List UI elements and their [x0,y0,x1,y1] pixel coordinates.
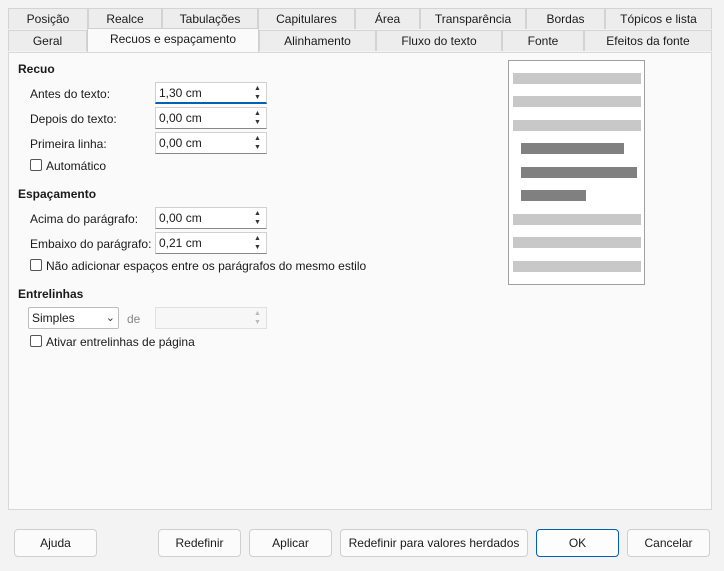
espacamento-heading: Espaçamento [18,187,97,201]
acima-do-paragrafo-value: 0,00 cm [159,211,202,225]
preview-line-current [521,167,637,178]
preview-line [513,214,641,225]
depois-do-texto-value: 0,00 cm [159,111,202,125]
preview-line [513,73,641,84]
ok-button[interactable]: OK [536,529,619,557]
spin-arrows: ▲ ▼ [250,309,265,327]
tab-capitulares[interactable]: Capitulares [258,8,355,29]
embaixo-do-paragrafo-value: 0,21 cm [159,236,202,250]
preview-line-current [521,143,624,154]
preview-line [513,120,641,131]
spin-up-icon[interactable]: ▲ [250,209,265,218]
primeira-linha-value: 0,00 cm [159,136,202,150]
tab-bordas[interactable]: Bordas [526,8,605,29]
spin-down-icon[interactable]: ▼ [250,118,265,127]
embaixo-do-paragrafo-label: Embaixo do parágrafo: [30,237,152,251]
ativar-entrelinhas-label: Ativar entrelinhas de página [46,335,195,349]
redefinir-herdados-button[interactable]: Redefinir para valores herdados [340,529,528,557]
spin-up-icon[interactable]: ▲ [250,309,265,318]
spin-down-icon[interactable]: ▼ [250,243,265,252]
spin-down-icon[interactable]: ▼ [250,318,265,327]
tab-efeitos-da-fonte[interactable]: Efeitos da fonte [584,30,712,51]
acima-do-paragrafo-spinbox[interactable]: 0,00 cm ▲ ▼ [155,207,267,229]
spin-arrows: ▲ ▼ [250,84,265,102]
tab-tabulacoes[interactable]: Tabulações [162,8,258,29]
de-label: de [127,312,141,326]
preview-line [513,96,641,107]
preview-line [513,261,641,272]
acima-do-paragrafo-label: Acima do parágrafo: [30,212,139,226]
spin-arrows: ▲ ▼ [250,234,265,252]
chevron-down-icon: ⌄ [105,312,115,324]
spin-down-icon[interactable]: ▼ [250,143,265,152]
antes-do-texto-label: Antes do texto: [30,87,111,101]
tab-recuos-e-espacamento[interactable]: Recuos e espaçamento [87,28,259,52]
entrelinhas-selected: Simples [32,311,75,325]
spin-arrows: ▲ ▼ [250,209,265,227]
spin-arrows: ▲ ▼ [250,134,265,152]
tab-transparencia[interactable]: Transparência [420,8,526,29]
depois-do-texto-spinbox[interactable]: 0,00 cm ▲ ▼ [155,107,267,129]
antes-do-texto-value: 1,30 cm [159,86,202,100]
embaixo-do-paragrafo-spinbox[interactable]: 0,21 cm ▲ ▼ [155,232,267,254]
tab-alinhamento[interactable]: Alinhamento [259,30,376,51]
tab-fluxo-do-texto[interactable]: Fluxo do texto [376,30,502,51]
spin-arrows: ▲ ▼ [250,109,265,127]
aplicar-button[interactable]: Aplicar [249,529,332,557]
spin-up-icon[interactable]: ▲ [250,134,265,143]
antes-do-texto-spinbox[interactable]: 1,30 cm ▲ ▼ [155,82,267,104]
tab-realce[interactable]: Realce [88,8,162,29]
tab-geral[interactable]: Geral [8,30,87,51]
nao-adicionar-espacos-checkbox[interactable] [30,259,42,271]
preview-line [513,237,641,248]
nao-adicionar-espacos-label: Não adicionar espaços entre os parágrafo… [46,259,367,273]
tab-topicos-e-lista[interactable]: Tópicos e lista [605,8,712,29]
recuo-heading: Recuo [18,62,55,76]
tab-posicao[interactable]: Posição [8,8,88,29]
entrelinhas-heading: Entrelinhas [18,287,84,301]
paragraph-preview [508,60,645,285]
tab-fonte[interactable]: Fonte [502,30,584,51]
depois-do-texto-label: Depois do texto: [30,112,117,126]
preview-line-current [521,190,586,201]
ajuda-button[interactable]: Ajuda [14,529,97,557]
automatico-checkbox[interactable] [30,159,42,171]
spin-down-icon[interactable]: ▼ [250,218,265,227]
spin-down-icon[interactable]: ▼ [250,93,265,102]
primeira-linha-label: Primeira linha: [30,137,107,151]
spin-up-icon[interactable]: ▲ [250,84,265,93]
automatico-label: Automático [46,159,107,173]
redefinir-button[interactable]: Redefinir [158,529,241,557]
entrelinhas-select[interactable]: Simples ⌄ [28,307,119,329]
primeira-linha-spinbox[interactable]: 0,00 cm ▲ ▼ [155,132,267,154]
spin-up-icon[interactable]: ▲ [250,109,265,118]
spin-up-icon[interactable]: ▲ [250,234,265,243]
de-spinbox[interactable]: ▲ ▼ [155,307,267,329]
tab-area[interactable]: Área [355,8,420,29]
ativar-entrelinhas-checkbox[interactable] [30,335,42,347]
cancelar-button[interactable]: Cancelar [627,529,710,557]
